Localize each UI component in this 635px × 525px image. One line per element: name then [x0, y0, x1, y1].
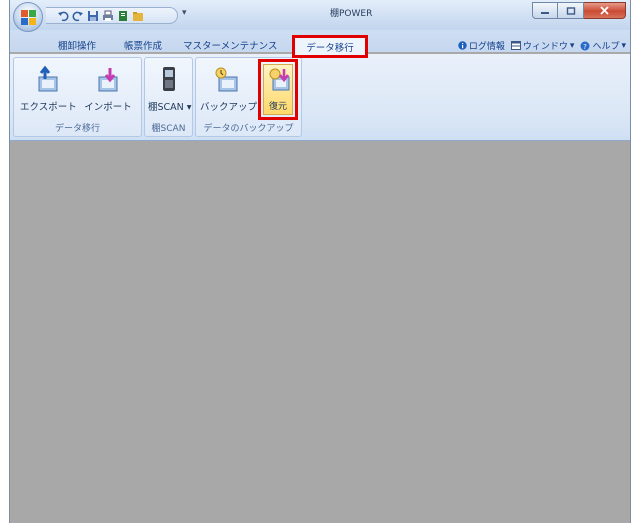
group-label-data-migration: データ移行 — [54, 124, 100, 134]
export-label: エクスポート — [20, 102, 77, 113]
right-menu: ログ情報 ウィンドウ ▾ ? ヘルプ ▾ — [458, 39, 626, 52]
redo-icon[interactable] — [71, 9, 84, 22]
tab-data-migration-label: データ移行 — [306, 42, 354, 54]
print-icon[interactable] — [101, 9, 114, 22]
tab-master-maintenance[interactable]: マスターメンテナンス — [183, 38, 277, 52]
quick-access-dropdown-icon[interactable]: ▾ — [182, 8, 187, 18]
restore-button[interactable]: 復元 — [258, 59, 298, 120]
folder-icon[interactable] — [131, 9, 144, 22]
window-icon — [510, 41, 521, 50]
tab-data-migration[interactable]: データ移行 — [292, 35, 368, 58]
chevron-down-icon: ▾ — [569, 40, 575, 51]
ribbon-group-data-migration: エクスポート インポート データ移行 — [13, 57, 142, 137]
restore-button-face: 復元 — [263, 64, 293, 115]
quick-access-toolbar — [46, 7, 178, 24]
restore-icon — [269, 68, 290, 91]
close-icon — [600, 6, 609, 15]
help-menu-label: ヘルプ — [592, 42, 620, 52]
export-button[interactable]: エクスポート — [20, 65, 77, 113]
backup-icon — [215, 67, 238, 92]
svg-text:?: ? — [584, 43, 588, 51]
chevron-down-icon: ▾ — [621, 40, 626, 51]
window-menu[interactable]: ウィンドウ ▾ — [510, 39, 575, 52]
app-logo-icon — [21, 10, 36, 25]
group-label-data-backup: データのバックアップ — [203, 124, 294, 134]
ribbon-panel: エクスポート インポート データ移行 棚SCAN ▾ 棚SCAN バックアップ … — [10, 54, 630, 141]
backup-button[interactable]: バックアップ — [200, 65, 258, 113]
log-info-label: ログ情報 — [468, 42, 505, 52]
tana-scan-button[interactable]: 棚SCAN ▾ — [148, 65, 192, 113]
ribbon-group-tana-scan: 棚SCAN ▾ 棚SCAN — [144, 57, 193, 137]
maximize-icon — [566, 6, 575, 15]
group-label-tana-scan: 棚SCAN — [151, 124, 186, 134]
main-workspace — [10, 141, 630, 523]
window-menu-label: ウィンドウ — [522, 42, 568, 52]
export-icon — [38, 65, 58, 92]
app-title: 棚POWER — [330, 9, 373, 19]
import-label: インポート — [84, 102, 132, 113]
save-icon[interactable] — [86, 9, 99, 22]
restore-label: 復元 — [268, 102, 287, 112]
minimize-icon — [541, 11, 549, 14]
undo-icon[interactable] — [56, 9, 69, 22]
office-button[interactable] — [13, 2, 43, 32]
tab-inventory-operations[interactable]: 棚卸操作 — [58, 38, 96, 52]
tana-scan-label: 棚SCAN ▾ — [148, 102, 192, 113]
tab-report-creation[interactable]: 帳票作成 — [124, 38, 162, 52]
help-icon: ? — [580, 41, 590, 51]
close-button[interactable] — [584, 2, 626, 19]
maximize-button[interactable] — [558, 2, 584, 19]
import-button[interactable]: インポート — [80, 65, 136, 113]
document-icon[interactable] — [116, 9, 129, 22]
backup-label: バックアップ — [200, 102, 258, 113]
import-icon — [98, 68, 118, 92]
log-info-menu[interactable]: ログ情報 — [458, 39, 505, 52]
application-window: ▾ 棚POWER 棚卸操作 帳票作成 マスターメンテナンス データ移行 ログ情報 — [9, 0, 631, 523]
info-icon — [458, 41, 467, 50]
window-controls — [532, 2, 626, 19]
handheld-scanner-icon — [163, 67, 175, 91]
help-menu[interactable]: ? ヘルプ ▾ — [580, 39, 626, 52]
minimize-button[interactable] — [532, 2, 558, 19]
title-bar: ▾ 棚POWER — [10, 0, 630, 30]
